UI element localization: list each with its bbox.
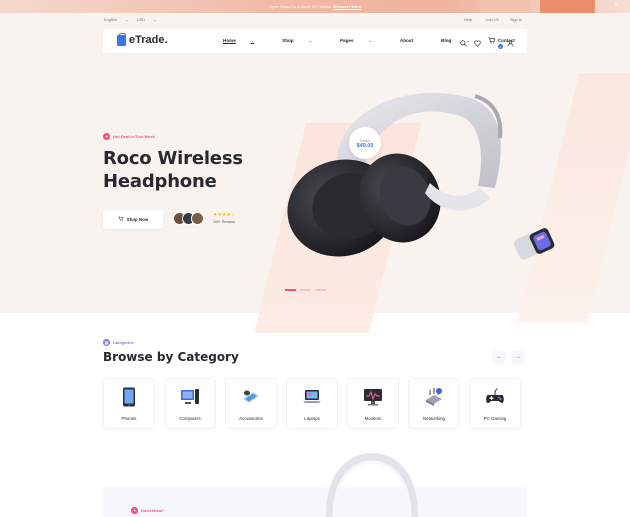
- categories-tag-label: Categories: [113, 340, 134, 345]
- nav-label: About: [399, 38, 414, 43]
- category-label: Accessories: [239, 416, 263, 421]
- utility-left: English ⌄ USD ⌄: [104, 17, 164, 22]
- accessories-icon: [241, 387, 261, 407]
- gamepad-icon: [485, 387, 505, 407]
- category-label: Monitors: [364, 416, 382, 421]
- chevron-down-icon: ⌄: [308, 38, 312, 43]
- hero-tag: ✦ Hot Deal In This Week: [103, 133, 155, 140]
- dont-miss-tag: ✦ Don't Miss!!: [131, 507, 164, 514]
- networking-icon: [424, 387, 444, 407]
- shop-now-label: Shop Now: [126, 217, 149, 222]
- categories-tag: ▤ Categories: [103, 339, 134, 346]
- hero-decor-stripe: [516, 73, 630, 323]
- nav-item-shop[interactable]: Shop ⌄: [282, 38, 326, 43]
- help-link[interactable]: Help: [464, 17, 472, 22]
- slider-dot[interactable]: [285, 289, 296, 291]
- hero-title-line: Roco Wireless: [103, 148, 243, 169]
- tag-icon: ▤: [103, 339, 110, 346]
- language-select[interactable]: English ⌄: [104, 17, 129, 22]
- category-monitors[interactable]: Monitors: [347, 378, 399, 429]
- slider-dots: [285, 289, 330, 291]
- dont-miss-label: Don't Miss!!: [141, 508, 164, 513]
- promo-text: Open Doors To A World Of Fashion: [269, 4, 332, 9]
- chevron-down-icon: ⌄: [250, 38, 255, 43]
- logo[interactable]: eTrade.: [117, 32, 168, 46]
- star-rating-icon: ★★★★☆: [213, 212, 236, 218]
- phone-icon: [119, 387, 139, 407]
- nav-item-pages[interactable]: Pages ⌄: [340, 38, 386, 43]
- reviews-count: 100+ Reviews: [213, 220, 236, 224]
- category-laptops[interactable]: Laptops: [286, 378, 338, 429]
- nav-label: Blog: [441, 38, 452, 43]
- promo-bar: Open Doors To A World Of Fashion Discove…: [0, 0, 630, 13]
- nav-item-about[interactable]: About: [400, 38, 427, 43]
- reviewer-avatars: [173, 212, 204, 225]
- hero-title: Roco Wireless Headphone: [103, 147, 243, 193]
- nav-label: Pages: [339, 38, 354, 43]
- laptop-icon: [302, 387, 322, 407]
- user-icon[interactable]: [507, 40, 514, 50]
- main-header: eTrade. Home ⌄ Shop ⌄ Pages ⌄ About Blog ⌄ C…: [103, 29, 527, 53]
- computer-icon: [180, 387, 200, 407]
- bag-logo-icon: [117, 32, 126, 46]
- category-label: PC Gaming: [483, 416, 507, 421]
- category-label: Laptops: [304, 416, 320, 421]
- next-arrow-button[interactable]: →: [511, 350, 525, 364]
- category-networking[interactable]: Networking: [408, 378, 460, 429]
- page: Open Doors To A World Of Fashion Discove…: [0, 0, 630, 517]
- category-computers[interactable]: Computers: [164, 378, 216, 429]
- chevron-down-icon: ⌄: [368, 38, 372, 43]
- section-title: Browse by Category: [103, 350, 239, 364]
- category-list: Phones Computers Accessories Laptops Mon…: [103, 378, 530, 429]
- close-icon[interactable]: ×: [614, 3, 618, 10]
- cart-icon: [118, 216, 124, 223]
- language-label: English: [104, 17, 118, 22]
- headphone-image: [287, 92, 503, 257]
- slider-dot[interactable]: [315, 289, 326, 291]
- price-bubble: From $49.00: [349, 127, 381, 159]
- shop-now-button[interactable]: Shop Now: [103, 210, 163, 229]
- fire-icon: ✦: [103, 133, 110, 140]
- price-value: $49.00: [356, 142, 374, 149]
- category-label: Computers: [179, 416, 201, 421]
- monitor-icon: [363, 387, 383, 407]
- hero-title-line: Headphone: [103, 171, 217, 192]
- nav-item-home[interactable]: Home ⌄: [223, 38, 268, 43]
- cart-icon[interactable]: 0: [488, 37, 503, 52]
- slider-dot[interactable]: [300, 289, 311, 291]
- category-pc-gaming[interactable]: PC Gaming: [469, 378, 521, 429]
- join-link[interactable]: Join Us: [485, 17, 498, 22]
- headphone-image: [326, 452, 418, 517]
- rating: ★★★★☆ 100+ Reviews: [213, 213, 235, 225]
- heart-icon[interactable]: [474, 40, 481, 50]
- smartwatch-image: [513, 228, 555, 260]
- search-icon[interactable]: [460, 39, 467, 50]
- currency-label: USD: [136, 17, 146, 22]
- promo-link[interactable]: Discover More: [333, 4, 361, 9]
- promo-section: [103, 487, 527, 517]
- avatar: [191, 212, 204, 225]
- currency-select[interactable]: USD ⌄: [137, 17, 157, 22]
- nav-label: Shop: [282, 38, 294, 43]
- nav-label: Home: [223, 38, 236, 43]
- tag-icon: ✦: [131, 507, 138, 514]
- logo-text: eTrade.: [129, 34, 168, 46]
- hero-tag-label: Hot Deal In This Week: [113, 134, 155, 139]
- category-phones[interactable]: Phones: [103, 378, 155, 429]
- category-accessories[interactable]: Accessories: [225, 378, 277, 429]
- utility-right: Help Join Us Sign In: [464, 17, 529, 22]
- category-label: Networking: [423, 416, 445, 421]
- signin-link[interactable]: Sign In: [510, 17, 522, 22]
- prev-arrow-button[interactable]: ←: [492, 350, 506, 364]
- header-icons: 0: [453, 37, 514, 52]
- cart-count-badge: 0: [498, 44, 503, 49]
- category-label: Phones: [121, 416, 137, 421]
